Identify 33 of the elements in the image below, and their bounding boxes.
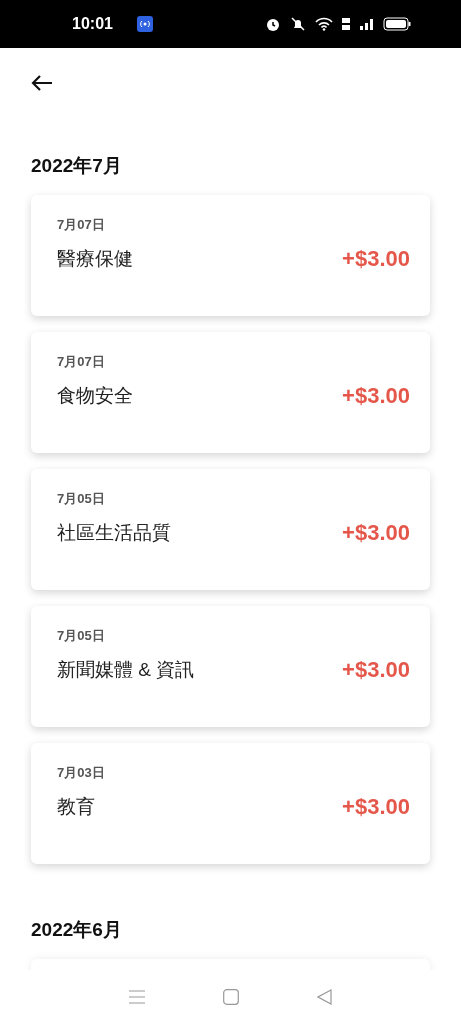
- menu-icon[interactable]: [129, 990, 145, 1004]
- month-heading: 2022年7月: [31, 155, 123, 178]
- amount: +$3.00: [342, 382, 410, 411]
- volte-icon: [341, 17, 351, 31]
- transaction-date: 7月07日: [57, 352, 106, 371]
- amount: +$3.00: [342, 519, 410, 548]
- status-time: 10:01: [72, 14, 113, 34]
- category-name: 社區生活品質: [57, 520, 171, 545]
- back-icon[interactable]: [317, 989, 332, 1005]
- transaction-date: 7月05日: [57, 626, 106, 645]
- amount: +$3.00: [342, 656, 410, 685]
- mute-icon: [289, 16, 307, 32]
- amount: +$3.00: [342, 245, 410, 274]
- transaction-date: 7月03日: [57, 763, 106, 782]
- home-icon[interactable]: [223, 989, 239, 1005]
- wifi-icon: [315, 17, 333, 31]
- transaction-card[interactable]: 7月07日 醫療保健 +$3.00: [31, 194, 430, 316]
- transaction-card[interactable]: 7月05日 新聞媒體 & 資訊 +$3.00: [31, 605, 430, 727]
- transaction-card[interactable]: 7月07日 食物安全 +$3.00: [31, 331, 430, 453]
- transaction-date: 7月05日: [57, 489, 106, 508]
- battery-icon: [383, 17, 411, 31]
- amount: +$3.00: [342, 793, 410, 822]
- transaction-card[interactable]: 7月05日 社區生活品質 +$3.00: [31, 468, 430, 590]
- broadcast-icon: [136, 16, 153, 32]
- month-heading: 2022年6月: [31, 918, 123, 942]
- transaction-card[interactable]: 7月03日 教育 +$3.00: [31, 742, 430, 864]
- category-name: 醫療保健: [57, 246, 133, 271]
- transaction-date: 7月07日: [57, 215, 106, 234]
- category-name: 新聞媒體 & 資訊: [57, 657, 195, 682]
- alarm-icon: [265, 16, 281, 32]
- category-name: 食物安全: [57, 383, 133, 408]
- signal-icon: [359, 18, 375, 30]
- category-name: 教育: [57, 794, 95, 819]
